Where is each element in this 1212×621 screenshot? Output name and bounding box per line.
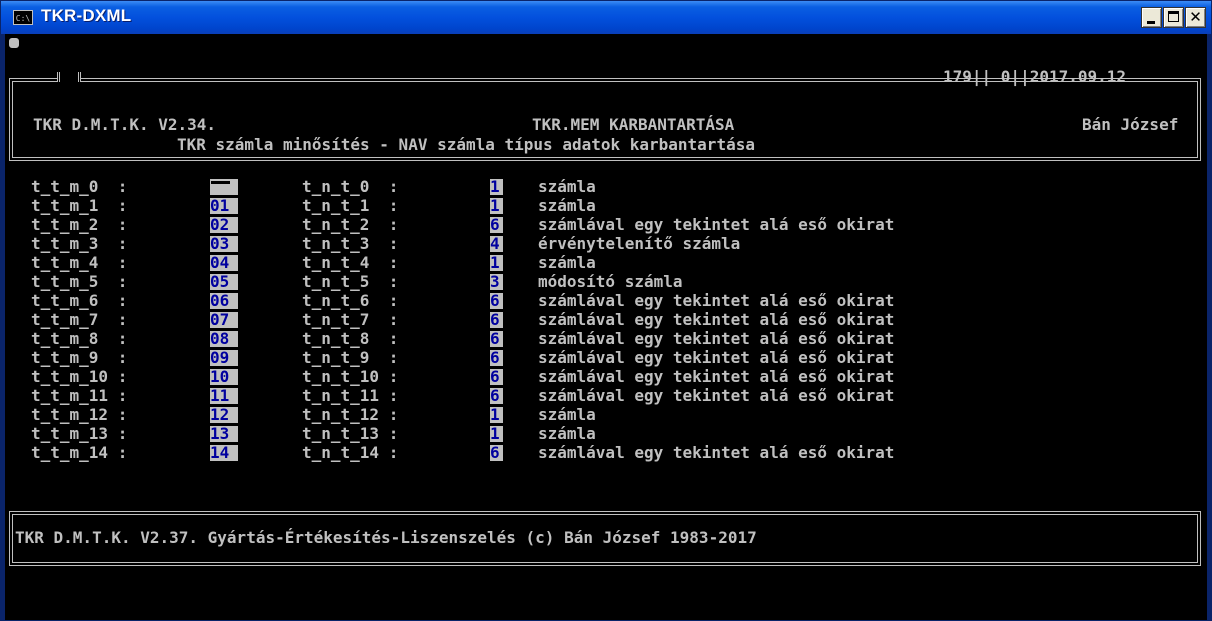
field-label-ttm: t_t_m_10 : xyxy=(31,367,128,386)
invoice-type-description: számlával egy tekintet alá eső okirat xyxy=(538,386,895,405)
ttm-value-field[interactable]: 05 xyxy=(210,274,238,290)
field-label-ttm: t_t_m_9 : xyxy=(31,348,128,367)
invoice-type-description: módosító számla xyxy=(538,272,683,291)
ttm-value-field[interactable]: 03 xyxy=(210,236,238,252)
tnt-code-field[interactable]: 1 xyxy=(490,179,503,195)
invoice-type-description: számlával egy tekintet alá eső okirat xyxy=(538,310,895,329)
tnt-code-field[interactable]: 6 xyxy=(490,217,503,233)
footer-frame: TKR D.M.T.K. V2.37. Gyártás-Értékesítés-… xyxy=(9,511,1201,566)
tnt-code-field[interactable]: 6 xyxy=(490,445,503,461)
invoice-type-description: számla xyxy=(538,405,596,424)
field-label-ttm: t_t_m_5 : xyxy=(31,272,128,291)
ttm-value-field[interactable]: 09 xyxy=(210,350,238,366)
field-label-tnt: t_n_t_4 : xyxy=(302,253,399,272)
field-label-ttm: t_t_m_1 : xyxy=(31,196,128,215)
field-label-tnt: t_n_t_2 : xyxy=(302,215,399,234)
invoice-type-description: számla xyxy=(538,424,596,443)
field-label-ttm: t_t_m_12 : xyxy=(31,405,128,424)
invoice-type-description: számlával egy tekintet alá eső okirat xyxy=(538,215,895,234)
ttm-value-field[interactable]: 01 xyxy=(210,198,238,214)
field-label-ttm: t_t_m_14 : xyxy=(31,443,128,462)
header-status: 179|| 0||2017.09.12 xyxy=(943,67,1127,86)
invoice-type-description: számlával egy tekintet alá eső okirat xyxy=(538,291,895,310)
close-icon: ✕ xyxy=(1189,8,1202,26)
field-label-tnt: t_n_t_8 : xyxy=(302,329,399,348)
console-window: C:\ TKR-DXML ✕ 179|| 0||2017.09.12 TKR D… xyxy=(0,0,1212,621)
tnt-code-field[interactable]: 1 xyxy=(490,198,503,214)
field-label-tnt: t_n_t_11 : xyxy=(302,386,399,405)
tnt-code-field[interactable]: 1 xyxy=(490,407,503,423)
field-label-ttm: t_t_m_3 : xyxy=(31,234,128,253)
field-label-ttm: t_t_m_4 : xyxy=(31,253,128,272)
minimize-button[interactable] xyxy=(1141,7,1162,28)
tnt-code-field[interactable]: 6 xyxy=(490,331,503,347)
field-label-tnt: t_n_t_9 : xyxy=(302,348,399,367)
field-label-tnt: t_n_t_0 : xyxy=(302,177,399,196)
header-user-name: Bán József xyxy=(1082,115,1179,134)
field-label-tnt: t_n_t_5 : xyxy=(302,272,399,291)
field-label-ttm: t_t_m_2 : xyxy=(31,215,128,234)
tnt-code-field[interactable]: 1 xyxy=(490,426,503,442)
field-label-tnt: t_n_t_10 : xyxy=(302,367,399,386)
console-system-icon xyxy=(9,38,19,48)
tnt-code-field[interactable]: 1 xyxy=(490,255,503,271)
maximize-button[interactable] xyxy=(1163,7,1184,28)
title-bar[interactable]: C:\ TKR-DXML ✕ xyxy=(1,1,1211,34)
maximize-icon xyxy=(1168,11,1179,22)
ttm-value-field[interactable]: 12 xyxy=(210,407,238,423)
header-screen-title: TKR.MEM KARBANTARTÁSA xyxy=(532,115,735,134)
tnt-code-field[interactable]: 6 xyxy=(490,350,503,366)
text-cursor xyxy=(211,181,230,184)
console-app-icon[interactable]: C:\ xyxy=(13,10,33,25)
ttm-value-field[interactable]: 02 xyxy=(210,217,238,233)
ttm-value-field[interactable]: 08 xyxy=(210,331,238,347)
field-label-tnt: t_n_t_3 : xyxy=(302,234,399,253)
field-label-tnt: t_n_t_14 : xyxy=(302,443,399,462)
minimize-icon xyxy=(1147,21,1155,24)
invoice-type-description: érvénytelenítő számla xyxy=(538,234,741,253)
invoice-type-description: számlával egy tekintet alá eső okirat xyxy=(538,443,895,462)
tnt-code-field[interactable]: 6 xyxy=(490,388,503,404)
field-label-tnt: t_n_t_7 : xyxy=(302,310,399,329)
ttm-value-field[interactable]: 04 xyxy=(210,255,238,271)
field-label-tnt: t_n_t_12 : xyxy=(302,405,399,424)
invoice-type-description: számlával egy tekintet alá eső okirat xyxy=(538,367,895,386)
invoice-type-description: számla xyxy=(538,196,596,215)
tnt-code-field[interactable]: 3 xyxy=(490,274,503,290)
ttm-value-field[interactable]: 11 xyxy=(210,388,238,404)
ttm-value-field[interactable]: 07 xyxy=(210,312,238,328)
field-label-ttm: t_t_m_11 : xyxy=(31,386,128,405)
field-label-ttm: t_t_m_6 : xyxy=(31,291,128,310)
invoice-type-description: számlával egy tekintet alá eső okirat xyxy=(538,329,895,348)
field-label-ttm: t_t_m_13 : xyxy=(31,424,128,443)
field-label-tnt: t_n_t_6 : xyxy=(302,291,399,310)
ttm-value-field[interactable]: 14 xyxy=(210,445,238,461)
field-label-ttm: t_t_m_8 : xyxy=(31,329,128,348)
tnt-code-field[interactable]: 6 xyxy=(490,312,503,328)
field-label-tnt: t_n_t_13 : xyxy=(302,424,399,443)
close-button[interactable]: ✕ xyxy=(1185,7,1206,28)
field-label-ttm: t_t_m_7 : xyxy=(31,310,128,329)
window-title: TKR-DXML xyxy=(41,6,132,25)
console-screen[interactable]: 179|| 0||2017.09.12 TKR D.M.T.K. V2.34. … xyxy=(5,34,1207,620)
tnt-code-field[interactable]: 6 xyxy=(490,369,503,385)
tnt-code-field[interactable]: 6 xyxy=(490,293,503,309)
field-label-tnt: t_n_t_1 : xyxy=(302,196,399,215)
invoice-type-description: számlával egy tekintet alá eső okirat xyxy=(538,348,895,367)
header-subtitle: TKR számla minősítés - NAV számla típus … xyxy=(169,136,763,154)
ttm-value-field[interactable]: 10 xyxy=(210,369,238,385)
footer-copyright: TKR D.M.T.K. V2.37. Gyártás-Értékesítés-… xyxy=(15,528,757,547)
invoice-type-description: számla xyxy=(538,177,596,196)
field-label-ttm: t_t_m_0 : xyxy=(31,177,128,196)
header-app-version: TKR D.M.T.K. V2.34. xyxy=(33,115,217,134)
header-frame-tab xyxy=(57,72,81,82)
invoice-type-description: számla xyxy=(538,253,596,272)
ttm-value-field[interactable]: 13 xyxy=(210,426,238,442)
ttm-value-field[interactable]: 06 xyxy=(210,293,238,309)
tnt-code-field[interactable]: 4 xyxy=(490,236,503,252)
